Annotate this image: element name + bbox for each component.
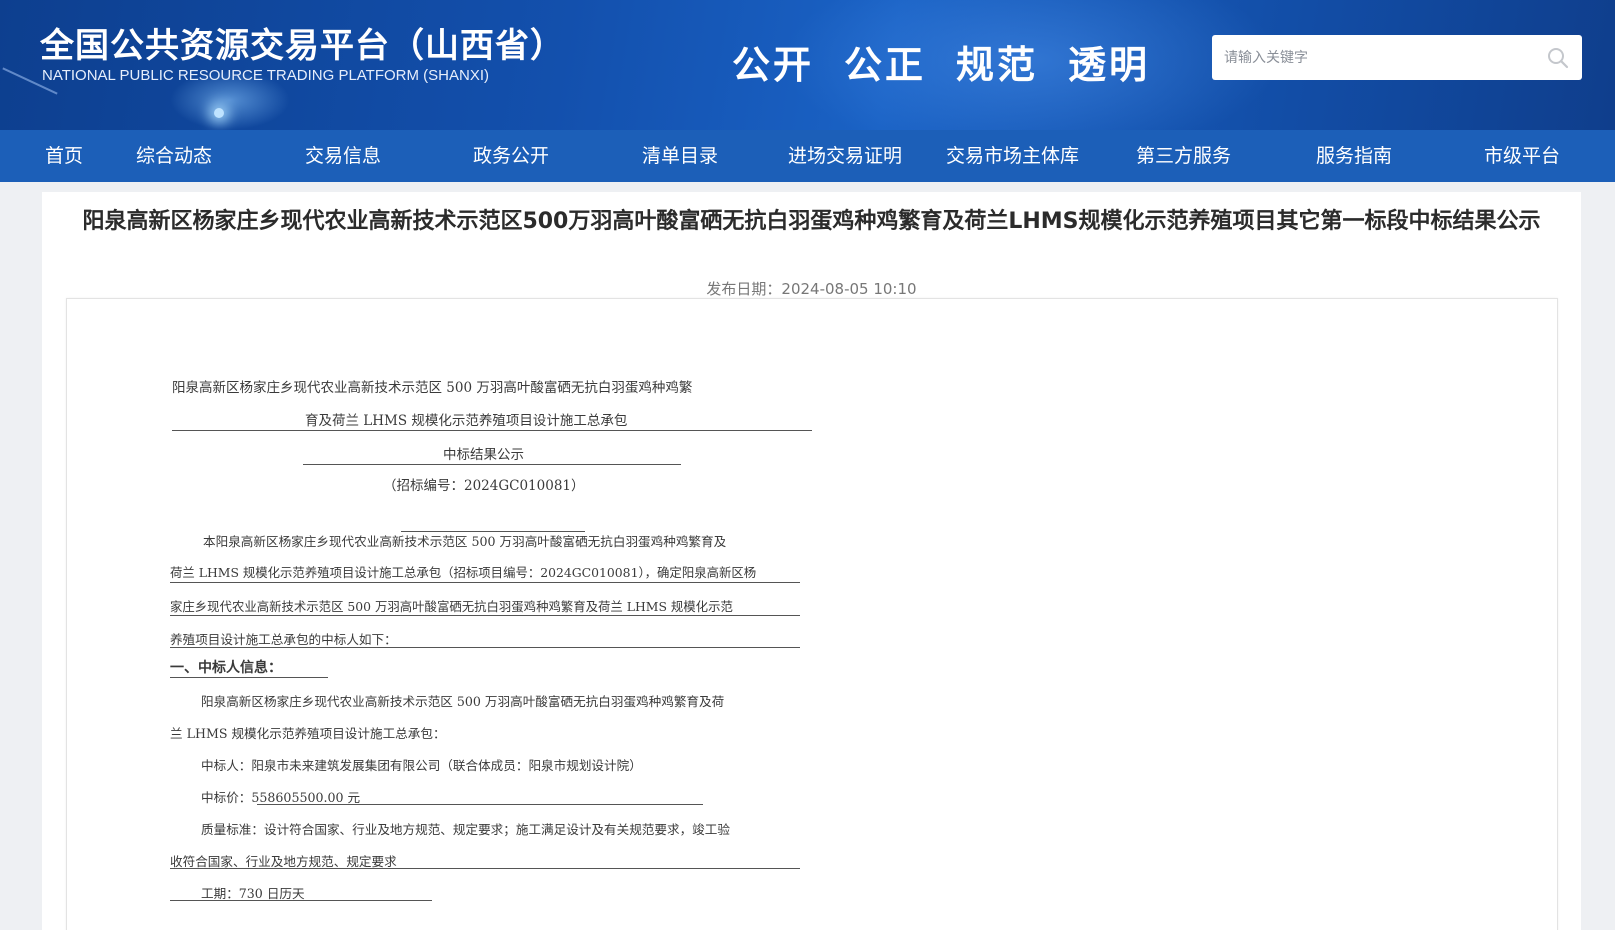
doc-underline	[170, 900, 432, 901]
nav-item-third-party[interactable]: 第三方服务	[1136, 130, 1231, 182]
scanned-document: 阳泉高新区杨家庄乡现代农业高新技术示范区 500 万羽高叶酸富硒无抗白羽蛋鸡种鸡…	[67, 299, 1559, 930]
search-input[interactable]	[1212, 35, 1532, 80]
nav-item-market-entities[interactable]: 交易市场主体库	[946, 130, 1079, 182]
doc-heading-line: 中标结果公示	[443, 447, 524, 463]
doc-underline	[170, 582, 800, 583]
doc-underline	[170, 677, 328, 678]
header-light-dot	[214, 108, 224, 118]
nav-item-news[interactable]: 综合动态	[136, 130, 212, 182]
nav-item-service-guide[interactable]: 服务指南	[1316, 130, 1392, 182]
publish-date: 发布日期：2024-08-05 10:10	[706, 280, 917, 298]
search-box	[1212, 35, 1582, 80]
slogans: 公开 公正 规范 透明	[732, 34, 1150, 89]
doc-winner: 中标人：阳泉市未来建筑发展集团有限公司（联合体成员：阳泉市规划设计院）	[201, 758, 642, 773]
doc-paragraph: 家庄乡现代农业高新技术示范区 500 万羽高叶酸富硒无抗白羽蛋鸡种鸡繁育及荷兰 …	[170, 599, 733, 614]
doc-heading-line: 育及荷兰 LHMS 规模化示范养殖项目设计施工总承包	[305, 413, 628, 429]
doc-paragraph: 兰 LHMS 规模化示范养殖项目设计施工总承包：	[170, 726, 446, 741]
search-icon[interactable]	[1546, 46, 1570, 70]
nav-item-city-platform[interactable]: 市级平台	[1484, 130, 1560, 182]
site-title[interactable]: 全国公共资源交易平台（山西省）	[40, 18, 565, 67]
nav-item-home[interactable]: 首页	[45, 130, 83, 182]
slogan-transparent: 透明	[1068, 43, 1151, 87]
doc-tender-no: （招标编号：2024GC010081）	[383, 478, 585, 494]
nav-item-trade-cert[interactable]: 进场交易证明	[788, 130, 902, 182]
main-nav: 首页 综合动态 交易信息 政务公开 清单目录 进场交易证明 交易市场主体库 第三…	[0, 130, 1615, 182]
doc-paragraph: 本阳泉高新区杨家庄乡现代农业高新技术示范区 500 万羽高叶酸富硒无抗白羽蛋鸡种…	[203, 534, 727, 549]
doc-underline	[170, 868, 800, 869]
document-viewer[interactable]: 阳泉高新区杨家庄乡现代农业高新技术示范区 500 万羽高叶酸富硒无抗白羽蛋鸡种鸡…	[66, 298, 1558, 930]
doc-quality: 质量标准：设计符合国家、行业及地方规范、规定要求；施工满足设计及有关规范要求，竣…	[201, 822, 730, 837]
slogan-open: 公开	[732, 43, 815, 87]
slogan-standard: 规范	[956, 43, 1039, 87]
site-subtitle: NATIONAL PUBLIC RESOURCE TRADING PLATFOR…	[42, 67, 490, 84]
doc-underline	[170, 615, 800, 616]
doc-heading-line: 阳泉高新区杨家庄乡现代农业高新技术示范区 500 万羽高叶酸富硒无抗白羽蛋鸡种鸡…	[172, 380, 693, 396]
article-title: 阳泉高新区杨家庄乡现代农业高新技术示范区500万羽高叶酸富硒无抗白羽蛋鸡种鸡繁育…	[82, 209, 1541, 234]
nav-item-trade-info[interactable]: 交易信息	[305, 130, 381, 182]
article-card: 阳泉高新区杨家庄乡现代农业高新技术示范区500万羽高叶酸富硒无抗白羽蛋鸡种鸡繁育…	[42, 192, 1581, 930]
doc-underline	[303, 464, 681, 465]
doc-underline	[257, 804, 703, 805]
nav-item-gov-affairs[interactable]: 政务公开	[473, 130, 549, 182]
doc-paragraph: 荷兰 LHMS 规模化示范养殖项目设计施工总承包（招标项目编号：2024GC01…	[170, 565, 757, 580]
site-header: 全国公共资源交易平台（山西省） NATIONAL PUBLIC RESOURCE…	[0, 0, 1615, 130]
nav-item-catalog[interactable]: 清单目录	[642, 130, 718, 182]
slogan-fair: 公正	[844, 43, 927, 87]
doc-paragraph: 阳泉高新区杨家庄乡现代农业高新技术示范区 500 万羽高叶酸富硒无抗白羽蛋鸡种鸡…	[201, 694, 725, 709]
doc-paragraph: 养殖项目设计施工总承包的中标人如下：	[170, 632, 397, 647]
doc-section-heading: 一、中标人信息：	[170, 660, 282, 676]
doc-underline	[172, 430, 812, 431]
doc-underline	[170, 647, 800, 648]
